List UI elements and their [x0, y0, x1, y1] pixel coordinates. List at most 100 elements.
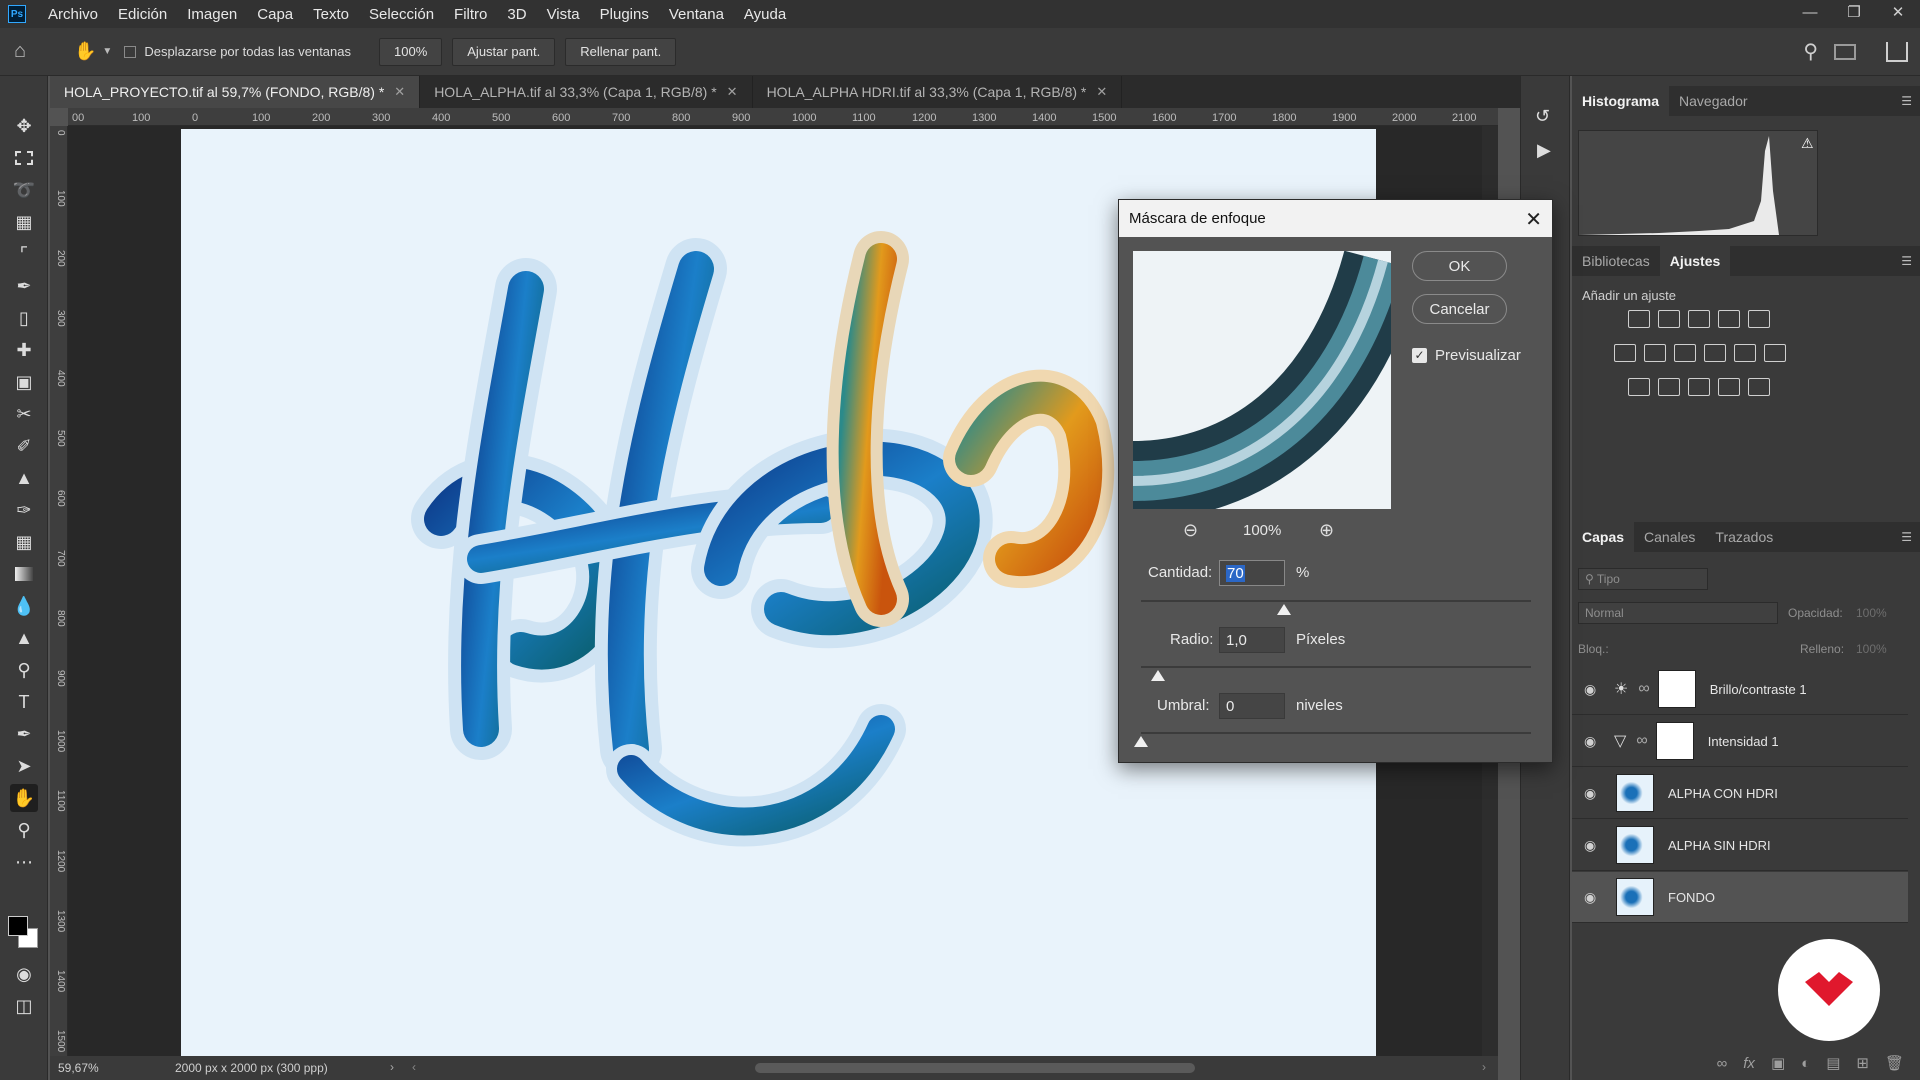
scroll-all-checkbox[interactable]	[124, 45, 137, 58]
tab-ajustes[interactable]: Ajustes	[1659, 246, 1731, 276]
tab-navegador[interactable]: Navegador	[1669, 86, 1758, 116]
screen-mode-icon[interactable]: ◫	[10, 992, 38, 1020]
tab-hola-alpha-hdri[interactable]: HOLA_ALPHA HDRI.tif al 33,3% (Capa 1, RG…	[753, 76, 1123, 108]
menu-ventana[interactable]: Ventana	[659, 6, 734, 23]
brush-tool-icon[interactable]: ✐	[10, 432, 38, 460]
hand-tool-icon[interactable]: ✋	[74, 41, 96, 62]
stamp-tool-icon[interactable]: ▲	[10, 464, 38, 492]
bandage-icon[interactable]: ✚	[10, 336, 38, 364]
layer-thumbnail[interactable]	[1616, 826, 1654, 864]
eyedropper-tool-icon[interactable]: ✒	[10, 272, 38, 300]
sharpen-tool-icon[interactable]: ▲	[10, 624, 38, 652]
panel-menu-icon[interactable]: ☰	[1901, 254, 1912, 268]
home-icon[interactable]: ⌂	[14, 40, 54, 63]
fx-icon[interactable]: fx	[1743, 1055, 1755, 1072]
type-tool-icon[interactable]: T	[10, 688, 38, 716]
new-group-icon[interactable]: ▤	[1826, 1054, 1840, 1072]
radius-slider-track[interactable]	[1141, 666, 1531, 668]
share-icon[interactable]	[1886, 41, 1908, 62]
frame-tool-icon[interactable]: ▣	[10, 368, 38, 396]
posterize-icon[interactable]	[1658, 378, 1680, 396]
blur-tool-icon[interactable]: 💧	[10, 592, 38, 620]
menu-edicion[interactable]: Edición	[108, 6, 177, 23]
chevron-right-icon[interactable]: ›	[390, 1060, 394, 1074]
amount-slider-track[interactable]	[1141, 600, 1531, 602]
channel-mixer-icon[interactable]	[1734, 344, 1756, 362]
panel-menu-icon[interactable]: ☰	[1901, 94, 1912, 108]
history-icon[interactable]: ↺	[1535, 106, 1550, 127]
quick-mask-icon[interactable]: ◉	[10, 960, 38, 988]
blend-mode-select[interactable]: Normal	[1578, 602, 1778, 624]
preview-checkbox[interactable]: ✓	[1412, 348, 1427, 363]
visibility-eye-icon[interactable]: ◉	[1584, 681, 1604, 698]
dodge-tool-icon[interactable]: ⚲	[10, 656, 38, 684]
radius-input[interactable]: 1,0	[1219, 627, 1285, 653]
new-adjustment-icon[interactable]: ◐	[1801, 1055, 1810, 1072]
tab-hola-proyecto[interactable]: HOLA_PROYECTO.tif al 59,7% (FONDO, RGB/8…	[50, 76, 421, 108]
layer-mask-thumbnail[interactable]	[1657, 670, 1696, 708]
dialog-title-bar[interactable]: Máscara de enfoque ✕	[1119, 200, 1552, 237]
layer-mask-thumbnail[interactable]	[1655, 722, 1694, 760]
brightness-contrast-icon[interactable]	[1628, 310, 1650, 328]
tab-bibliotecas[interactable]: Bibliotecas	[1572, 246, 1660, 276]
tab-histograma[interactable]: Histograma	[1572, 86, 1670, 116]
warning-icon[interactable]: ⚠	[1801, 135, 1814, 152]
marquee-tool-icon[interactable]	[10, 144, 38, 172]
photoshop-logo-icon[interactable]: Ps	[8, 5, 26, 23]
layer-row[interactable]: ◉ ☀ ∞ Brillo/contraste 1	[1572, 664, 1908, 715]
gradient-map-icon[interactable]	[1748, 378, 1770, 396]
tab-trazados[interactable]: Trazados	[1705, 522, 1783, 552]
vibrance-icon[interactable]	[1748, 310, 1770, 328]
fill-value[interactable]: 100%	[1856, 642, 1887, 656]
close-window-icon[interactable]: ✕	[1876, 0, 1920, 28]
zoom-in-icon[interactable]: ⊕	[1319, 520, 1334, 541]
eraser-tool-icon[interactable]: ▦	[10, 528, 38, 556]
scroll-left-icon[interactable]: ‹	[412, 1060, 416, 1074]
menu-ayuda[interactable]: Ayuda	[734, 6, 796, 23]
tab-capas[interactable]: Capas	[1572, 522, 1635, 552]
link-layers-icon[interactable]: ∞	[1717, 1055, 1728, 1072]
opacity-value[interactable]: 100%	[1856, 606, 1887, 620]
menu-seleccion[interactable]: Selección	[359, 6, 444, 23]
foreground-color-swatch[interactable]	[8, 916, 28, 936]
color-balance-icon[interactable]	[1644, 344, 1666, 362]
pen-tool-icon[interactable]: ✒	[10, 720, 38, 748]
cancel-button[interactable]: Cancelar	[1412, 294, 1507, 324]
layer-row[interactable]: ◉ ALPHA CON HDRI	[1572, 768, 1908, 819]
tab-hola-alpha[interactable]: HOLA_ALPHA.tif al 33,3% (Capa 1, RGB/8) …	[420, 76, 753, 108]
exposure-icon[interactable]	[1718, 310, 1740, 328]
link-icon[interactable]: ∞	[1636, 732, 1647, 750]
selective-color-icon[interactable]	[1718, 378, 1740, 396]
invert-icon[interactable]	[1628, 378, 1650, 396]
layer-thumbnail[interactable]	[1616, 878, 1654, 916]
search-icon[interactable]: ⚲	[1803, 39, 1818, 64]
layer-filter-field[interactable]: ⚲ Tipo	[1578, 568, 1708, 590]
menu-filtro[interactable]: Filtro	[444, 6, 497, 23]
workspace-icon[interactable]	[1834, 43, 1856, 60]
menu-vista[interactable]: Vista	[537, 6, 590, 23]
menu-3d[interactable]: 3D	[497, 6, 536, 23]
close-tab-icon[interactable]: ✕	[1096, 84, 1107, 100]
threshold-input[interactable]: 0	[1219, 693, 1285, 719]
new-layer-icon[interactable]: ⊞	[1856, 1054, 1869, 1072]
zoom-out-icon[interactable]: ⊖	[1183, 520, 1198, 541]
healing-brush-icon[interactable]: ▯	[10, 304, 38, 332]
threshold-icon[interactable]	[1688, 378, 1710, 396]
add-mask-icon[interactable]: ▣	[1771, 1054, 1785, 1072]
hand-tool-active-icon[interactable]: ✋	[10, 784, 38, 812]
preview-window[interactable]	[1133, 251, 1391, 509]
curves-icon[interactable]	[1688, 310, 1710, 328]
trash-icon[interactable]: 🗑	[1885, 1054, 1904, 1072]
menu-capa[interactable]: Capa	[247, 6, 303, 23]
scroll-right-icon[interactable]: ›	[1482, 1060, 1486, 1074]
path-select-icon[interactable]: ➤	[10, 752, 38, 780]
play-actions-icon[interactable]: ▶	[1537, 140, 1551, 161]
ok-button[interactable]: OK	[1412, 251, 1507, 281]
fit-screen-button[interactable]: Ajustar pant.	[452, 37, 556, 66]
layer-thumbnail[interactable]	[1616, 774, 1654, 812]
visibility-eye-icon[interactable]: ◉	[1584, 837, 1604, 854]
visibility-eye-icon[interactable]: ◉	[1584, 889, 1604, 906]
object-select-tool-icon[interactable]: ▦	[10, 208, 38, 236]
menu-plugins[interactable]: Plugins	[590, 6, 659, 23]
layer-row[interactable]: ◉ ALPHA SIN HDRI	[1572, 820, 1908, 871]
